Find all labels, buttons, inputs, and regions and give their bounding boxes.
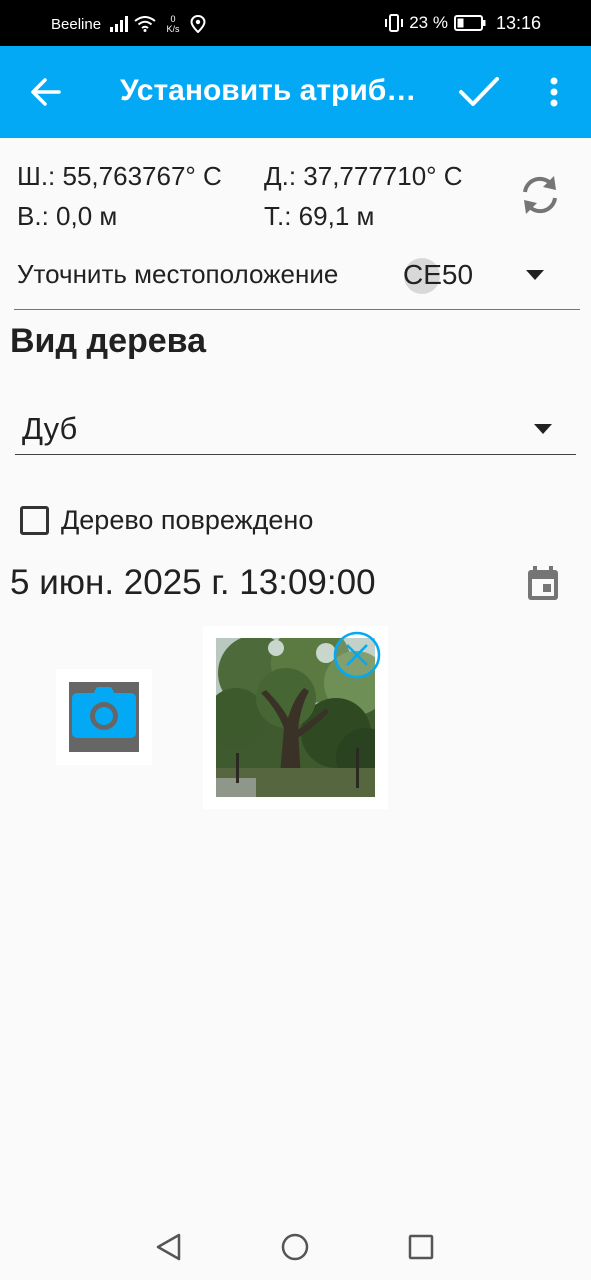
refine-location-dropdown[interactable]: Уточнить местоположение CE50: [14, 250, 580, 310]
tree-species-dropdown[interactable]: Дуб: [15, 400, 576, 455]
refine-location-label: Уточнить местоположение: [17, 259, 339, 289]
damaged-checkbox[interactable]: [20, 505, 49, 535]
refine-location-value: CE50: [403, 259, 474, 290]
app-bar: Установить атриб…: [0, 46, 591, 138]
home-circle-icon[interactable]: [280, 1232, 310, 1262]
battery-icon: [453, 15, 486, 31]
dropdown-arrow-icon: [526, 270, 544, 280]
close-circle-icon[interactable]: [333, 631, 381, 679]
vibrate-icon: [385, 14, 404, 32]
battery-percent: 23 %: [409, 13, 448, 32]
network-speed: 0 K/s: [166, 14, 180, 34]
longitude-value: Д.: 37,777710° С: [264, 161, 463, 191]
datetime-value[interactable]: 5 июн. 2025 г. 13:09:00: [10, 563, 376, 603]
status-bar: Beeline 0 K/s 23 % 13:16: [0, 0, 591, 46]
check-icon[interactable]: [456, 72, 502, 112]
arrow-left-icon[interactable]: [26, 74, 66, 110]
carrier-name: Beeline: [51, 15, 102, 33]
altitude-value: В.: 0,0 м: [17, 201, 118, 231]
tree-species-value: Дуб: [22, 411, 78, 446]
calendar-icon[interactable]: [524, 564, 562, 602]
refresh-icon[interactable]: [518, 172, 562, 218]
camera-icon: [72, 687, 136, 738]
damaged-label: Дерево повреждено: [61, 504, 314, 535]
signal-icon: [110, 16, 129, 32]
back-triangle-icon[interactable]: [154, 1232, 184, 1262]
clock: 13:16: [495, 12, 541, 33]
dropdown-arrow-icon: [534, 424, 552, 434]
damaged-checkbox-row[interactable]: Дерево повреждено: [20, 500, 313, 540]
accuracy-value: Т.: 69,1 м: [264, 201, 375, 231]
more-vert-icon[interactable]: [540, 74, 568, 110]
latitude-value: Ш.: 55,763767° С: [17, 161, 222, 191]
system-nav-bar: [0, 1214, 591, 1280]
wifi-icon: [134, 16, 156, 32]
add-photo-button[interactable]: [56, 669, 152, 765]
location-icon: [190, 15, 206, 33]
page-title: Установить атриб…: [120, 74, 417, 107]
section-title: Вид дерева: [10, 322, 207, 360]
recents-square-icon[interactable]: [406, 1232, 436, 1262]
